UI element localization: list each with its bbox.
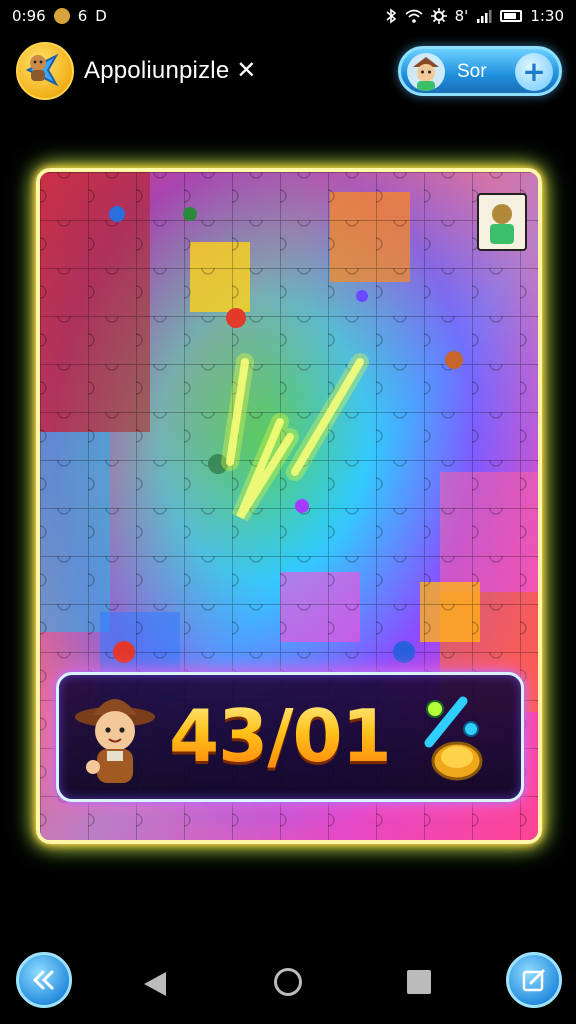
system-back-icon[interactable] [142,970,168,998]
app-logo-back-button[interactable] [16,42,74,100]
double-chevron-left-icon [32,970,54,990]
app-title: Appoliunpizle ✕ [84,57,257,84]
score-panel: 43/01 [56,672,524,802]
percent-coin-icon [424,696,483,781]
notification-icon-1: 6 [77,6,88,25]
bottom-navigation [0,940,576,1024]
plus-icon[interactable]: + [515,53,553,91]
gear-icon [430,8,447,24]
notification-icon-2: D [95,6,107,25]
cowboy-character-icon [75,699,155,783]
recent-apps-icon[interactable] [407,970,431,994]
profile-pill[interactable]: Sor + [398,46,562,96]
status-left: 0:96 6 D [12,8,107,24]
profile-label: Sor [457,61,487,82]
status-bar: 0:96 6 D 8' 1:30 [0,0,576,32]
edit-button[interactable] [506,952,562,1008]
back-button[interactable] [16,952,72,1008]
home-icon[interactable] [274,968,302,996]
mascot-icon [30,55,46,81]
wifi-icon [405,9,423,23]
score-value: 43/01 [169,694,392,778]
status-time-left: 0:96 [12,6,46,25]
signal-text: 8' [454,6,469,25]
status-clock: 1:30 [530,6,564,25]
notification-app-icon [53,8,70,24]
app-header: Appoliunpizle ✕ Sor + [0,38,576,106]
status-right: 8' 1:30 [385,8,564,24]
avatar [407,53,445,91]
bluetooth-icon [385,8,397,24]
edit-icon [522,969,545,992]
signal-icon [476,9,492,23]
battery-icon [500,10,523,22]
